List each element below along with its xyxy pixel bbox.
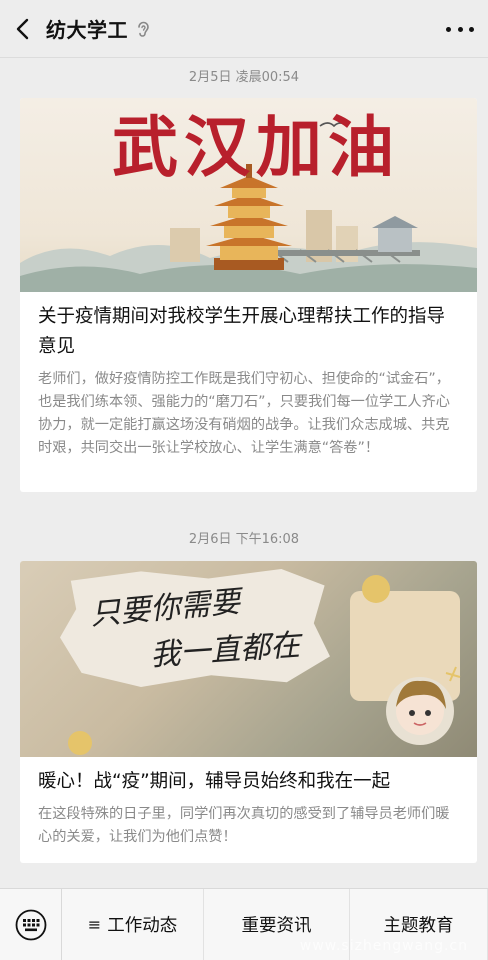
menu-item-label: 主题教育 (383, 916, 454, 936)
menu-item-work-news[interactable]: ≡ 工作动态 (62, 888, 204, 960)
menu-item-label: 工作动态 (107, 916, 178, 936)
chevron-left-icon (16, 18, 29, 39)
article-card[interactable]: 武汉加油 关于疫情期间对我校学生开展心理帮扶工作的指导意见 老师们，做好疫情防控… (20, 98, 477, 492)
article-digest: 老师们，做好疫情防控工作既是我们守初心、担使命的“试金石”，也是我们练本领、强能… (38, 371, 450, 456)
menu-item-label: 重要资讯 (241, 916, 312, 936)
message-timestamp: 2月6日 下午16:08 (188, 532, 300, 547)
article-cover-image: 只要你需要 我一直都在 (20, 561, 477, 757)
back-button[interactable] (0, 0, 46, 58)
article-cover-image: 武汉加油 (20, 98, 477, 292)
article-title: 暖心！战“疫”期间，辅导员始终和我在一起 (38, 771, 391, 792)
watermark-text: www.sizhengwang.cn (299, 938, 468, 954)
more-dots-icon (446, 26, 451, 32)
bottom-menu: ≡ 工作动态 重要资讯 主题教育 www.sizhengwang.cn (0, 888, 488, 960)
more-options-button[interactable] (446, 16, 474, 42)
message-timestamp: 2月5日 凌晨00:54 (188, 70, 300, 85)
keyboard-icon (15, 909, 46, 940)
page-title: 纺大学工 (46, 18, 128, 42)
article-digest: 在这段特殊的日子里，同学们再次真切的感受到了辅导员老师们暖心的关爱，让我们为他们… (38, 806, 450, 845)
article-title: 关于疫情期间对我校学生开展心理帮扶工作的指导意见 (38, 306, 446, 357)
keyboard-toggle-button[interactable] (0, 888, 62, 960)
cover-banner-text: 武汉加油 (112, 108, 400, 186)
ear-icon (136, 19, 150, 39)
article-card[interactable]: 只要你需要 我一直都在 暖心！战“疫”期间，辅导员始终和我在一起 在这段特殊的日… (20, 561, 477, 863)
list-icon: ≡ (87, 915, 102, 934)
top-bar: 纺大学工 (0, 0, 488, 58)
